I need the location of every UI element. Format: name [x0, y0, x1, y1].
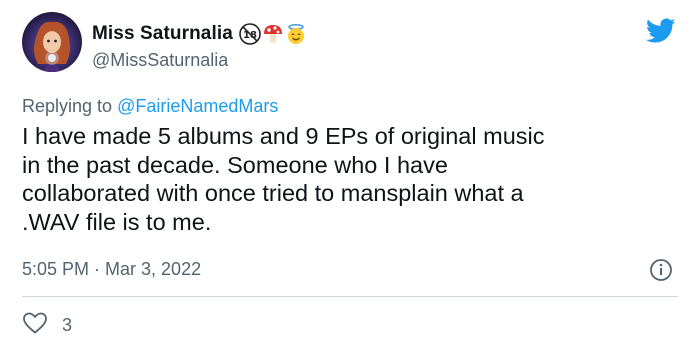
user-handle[interactable]: @MissSaturnalia: [92, 50, 307, 71]
avatar[interactable]: [22, 12, 82, 72]
name-badges: 18: [239, 23, 307, 45]
smiling-face-with-halo-icon: [285, 23, 307, 45]
eighteen-plus-icon: 18: [239, 23, 261, 45]
tweet-timestamp[interactable]: 5:05 PM · Mar 3, 2022: [22, 259, 201, 280]
info-icon[interactable]: [649, 258, 673, 282]
reply-prefix: Replying to: [22, 96, 118, 116]
mushroom-icon: [262, 23, 284, 45]
heart-icon: [22, 311, 48, 340]
twitter-bird-icon[interactable]: [645, 18, 676, 44]
divider: [22, 296, 678, 297]
like-button[interactable]: 3: [22, 311, 72, 340]
tweet-text: I have made 5 albums and 9 EPs of origin…: [22, 123, 545, 236]
like-count: 3: [62, 315, 73, 335]
tweet-header: Miss Saturnalia 18 @MissSaturnalia: [22, 12, 678, 92]
reply-mention-link[interactable]: @FairieNamedMars: [117, 96, 278, 116]
svg-text:18: 18: [243, 30, 257, 41]
display-name[interactable]: Miss Saturnalia: [92, 23, 233, 45]
reply-context: Replying to @FairieNamedMars: [22, 96, 278, 117]
